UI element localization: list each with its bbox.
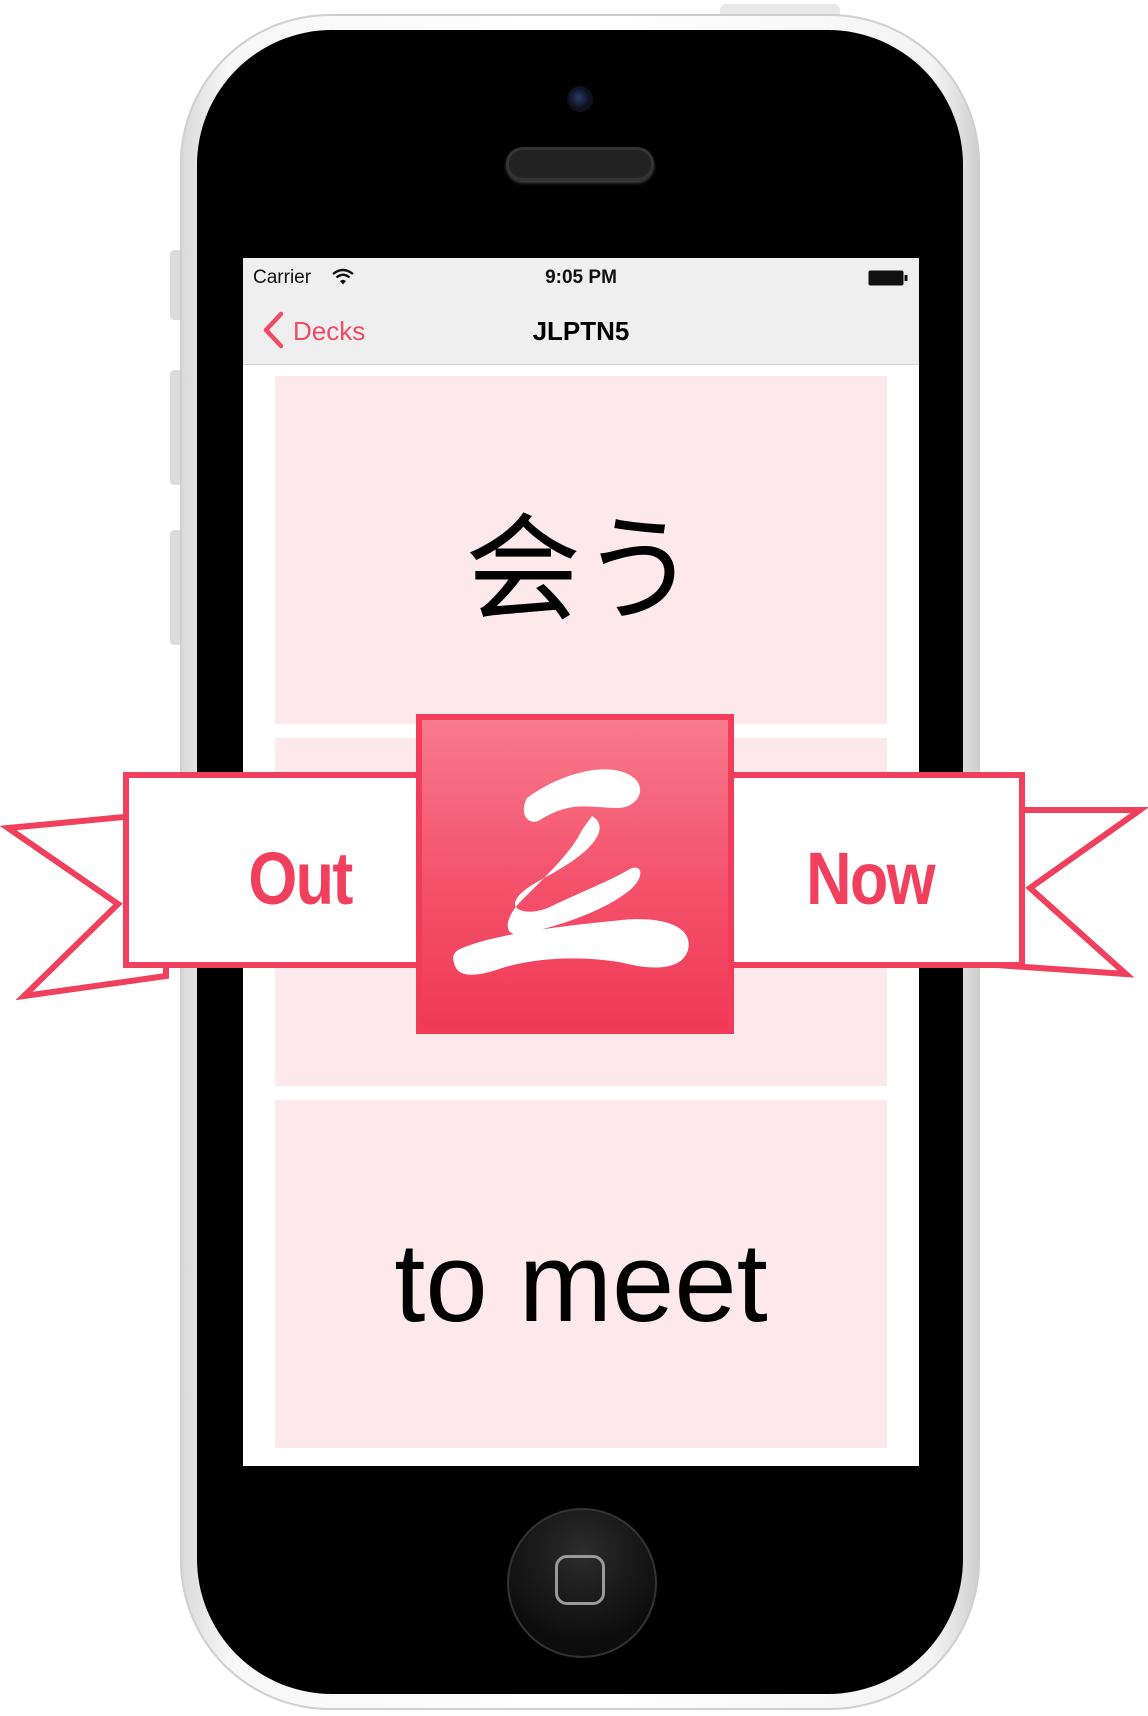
banner-left-text: Out [248,837,353,920]
status-time: 9:05 PM [545,267,617,288]
earpiece-speaker [506,147,654,181]
flashcard-meaning[interactable]: to meet [275,1100,887,1448]
word-text: 会う [465,503,697,638]
app-logo-icon [453,769,689,975]
meaning-text: to meet [394,1220,768,1345]
flashcard-word[interactable]: 会う [275,376,887,724]
status-bar: Carrier 9:05 PM [243,258,919,298]
page-title: JLPTN5 [532,316,630,346]
battery-icon [868,270,908,286]
front-camera-icon [567,86,593,112]
app-logo [416,714,734,1034]
navigation-bar: Decks JLPTN5 [243,298,919,365]
banner-right-text: Now [806,837,935,920]
home-square-icon [555,1555,605,1605]
